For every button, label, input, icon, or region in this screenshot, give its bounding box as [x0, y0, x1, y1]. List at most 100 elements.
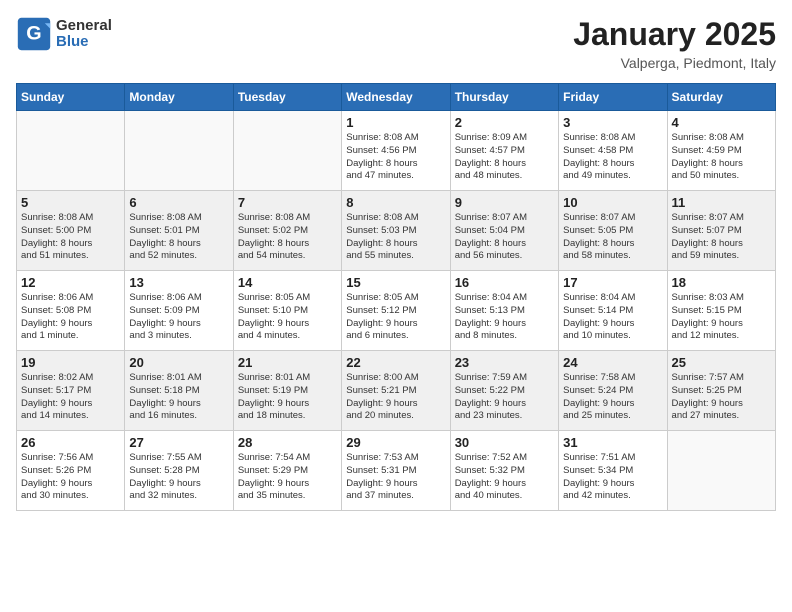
calendar-cell: 8 Sunrise: 8:08 AM Sunset: 5:03 PM Daylig… [342, 191, 450, 271]
calendar-cell: 18 Sunrise: 8:03 AM Sunset: 5:15 PM Dayli… [667, 271, 775, 351]
calendar-cell: 15 Sunrise: 8:05 AM Sunset: 5:12 PM Dayli… [342, 271, 450, 351]
day-info: Sunrise: 8:06 AM Sunset: 5:09 PM Dayligh… [129, 292, 228, 343]
day-number: 17 [563, 275, 662, 290]
day-info: Sunrise: 8:08 AM Sunset: 5:03 PM Dayligh… [346, 212, 445, 263]
day-number: 30 [455, 435, 554, 450]
calendar-subtitle: Valperga, Piedmont, Italy [573, 55, 776, 71]
calendar-week-5: 26Sunrise: 7:56 AM Sunset: 5:26 PM Dayli… [17, 431, 776, 511]
calendar-week-3: 12 Sunrise: 8:06 AM Sunset: 5:08 PM Dayli… [17, 271, 776, 351]
calendar-cell: 27 Sunrise: 7:55 AM Sunset: 5:28 PM Dayli… [125, 431, 233, 511]
day-info: Sunrise: 8:08 AM Sunset: 4:56 PM Dayligh… [346, 132, 445, 183]
day-number: 7 [238, 195, 337, 210]
calendar-cell: 20 Sunrise: 8:01 AM Sunset: 5:18 PM Dayli… [125, 351, 233, 431]
day-info: Sunrise: 8:09 AM Sunset: 4:57 PM Dayligh… [455, 132, 554, 183]
day-number: 27 [129, 435, 228, 450]
weekday-header-saturday: Saturday [667, 84, 775, 111]
day-number: 12 [21, 275, 120, 290]
day-info: Sunrise: 8:06 AM Sunset: 5:08 PM Dayligh… [21, 292, 120, 343]
calendar-cell: 14Sunrise: 8:05 AM Sunset: 5:10 PM Dayli… [233, 271, 341, 351]
day-number: 19 [21, 355, 120, 370]
calendar-header: SundayMondayTuesdayWednesdayThursdayFrid… [17, 84, 776, 111]
day-info: Sunrise: 8:08 AM Sunset: 4:58 PM Dayligh… [563, 132, 662, 183]
calendar-cell: 23 Sunrise: 7:59 AM Sunset: 5:22 PM Dayli… [450, 351, 558, 431]
day-number: 1 [346, 115, 445, 130]
day-info: Sunrise: 7:58 AM Sunset: 5:24 PM Dayligh… [563, 372, 662, 423]
calendar-week-2: 5 Sunrise: 8:08 AM Sunset: 5:00 PM Daylig… [17, 191, 776, 271]
day-number: 2 [455, 115, 554, 130]
day-info: Sunrise: 7:52 AM Sunset: 5:32 PM Dayligh… [455, 452, 554, 503]
logo: G General Blue [16, 16, 112, 52]
day-number: 28 [238, 435, 337, 450]
logo-icon: G [16, 16, 52, 52]
day-info: Sunrise: 8:08 AM Sunset: 5:00 PM Dayligh… [21, 212, 120, 263]
calendar-cell: 11Sunrise: 8:07 AM Sunset: 5:07 PM Dayli… [667, 191, 775, 271]
day-info: Sunrise: 8:05 AM Sunset: 5:12 PM Dayligh… [346, 292, 445, 343]
day-info: Sunrise: 7:54 AM Sunset: 5:29 PM Dayligh… [238, 452, 337, 503]
svg-text:G: G [26, 22, 41, 44]
day-number: 23 [455, 355, 554, 370]
day-info: Sunrise: 7:56 AM Sunset: 5:26 PM Dayligh… [21, 452, 120, 503]
day-info: Sunrise: 8:08 AM Sunset: 4:59 PM Dayligh… [672, 132, 771, 183]
day-info: Sunrise: 7:51 AM Sunset: 5:34 PM Dayligh… [563, 452, 662, 503]
calendar-table: SundayMondayTuesdayWednesdayThursdayFrid… [16, 83, 776, 511]
calendar-cell [233, 111, 341, 191]
day-number: 13 [129, 275, 228, 290]
weekday-header-sunday: Sunday [17, 84, 125, 111]
day-number: 5 [21, 195, 120, 210]
day-number: 18 [672, 275, 771, 290]
day-number: 20 [129, 355, 228, 370]
day-number: 9 [455, 195, 554, 210]
calendar-cell [667, 431, 775, 511]
calendar-cell [17, 111, 125, 191]
day-info: Sunrise: 8:07 AM Sunset: 5:04 PM Dayligh… [455, 212, 554, 263]
calendar-cell: 31 Sunrise: 7:51 AM Sunset: 5:34 PM Dayli… [559, 431, 667, 511]
day-number: 3 [563, 115, 662, 130]
day-number: 31 [563, 435, 662, 450]
day-info: Sunrise: 7:53 AM Sunset: 5:31 PM Dayligh… [346, 452, 445, 503]
day-number: 6 [129, 195, 228, 210]
day-number: 16 [455, 275, 554, 290]
calendar-cell: 12 Sunrise: 8:06 AM Sunset: 5:08 PM Dayli… [17, 271, 125, 351]
calendar-title: January 2025 [573, 16, 776, 53]
calendar-cell [125, 111, 233, 191]
weekday-header-friday: Friday [559, 84, 667, 111]
calendar-cell: 6 Sunrise: 8:08 AM Sunset: 5:01 PM Daylig… [125, 191, 233, 271]
calendar-body: 1 Sunrise: 8:08 AM Sunset: 4:56 PM Daylig… [17, 111, 776, 511]
weekday-header-row: SundayMondayTuesdayWednesdayThursdayFrid… [17, 84, 776, 111]
weekday-header-tuesday: Tuesday [233, 84, 341, 111]
day-number: 4 [672, 115, 771, 130]
header: G General Blue January 2025 Valperga, Pi… [16, 16, 776, 71]
day-info: Sunrise: 8:07 AM Sunset: 5:05 PM Dayligh… [563, 212, 662, 263]
day-info: Sunrise: 8:03 AM Sunset: 5:15 PM Dayligh… [672, 292, 771, 343]
day-number: 22 [346, 355, 445, 370]
day-info: Sunrise: 8:01 AM Sunset: 5:19 PM Dayligh… [238, 372, 337, 423]
day-info: Sunrise: 8:04 AM Sunset: 5:14 PM Dayligh… [563, 292, 662, 343]
day-info: Sunrise: 8:04 AM Sunset: 5:13 PM Dayligh… [455, 292, 554, 343]
calendar-cell: 19Sunrise: 8:02 AM Sunset: 5:17 PM Dayli… [17, 351, 125, 431]
day-number: 15 [346, 275, 445, 290]
calendar-cell: 24 Sunrise: 7:58 AM Sunset: 5:24 PM Dayli… [559, 351, 667, 431]
day-number: 21 [238, 355, 337, 370]
calendar-cell: 25Sunrise: 7:57 AM Sunset: 5:25 PM Dayli… [667, 351, 775, 431]
calendar-cell: 10Sunrise: 8:07 AM Sunset: 5:05 PM Dayli… [559, 191, 667, 271]
calendar-cell: 16 Sunrise: 8:04 AM Sunset: 5:13 PM Dayli… [450, 271, 558, 351]
day-number: 8 [346, 195, 445, 210]
day-number: 24 [563, 355, 662, 370]
calendar-cell: 26Sunrise: 7:56 AM Sunset: 5:26 PM Dayli… [17, 431, 125, 511]
calendar-cell: 30 Sunrise: 7:52 AM Sunset: 5:32 PM Dayli… [450, 431, 558, 511]
calendar-cell: 1 Sunrise: 8:08 AM Sunset: 4:56 PM Daylig… [342, 111, 450, 191]
weekday-header-wednesday: Wednesday [342, 84, 450, 111]
weekday-header-thursday: Thursday [450, 84, 558, 111]
day-info: Sunrise: 8:01 AM Sunset: 5:18 PM Dayligh… [129, 372, 228, 423]
day-info: Sunrise: 7:59 AM Sunset: 5:22 PM Dayligh… [455, 372, 554, 423]
calendar-week-4: 19Sunrise: 8:02 AM Sunset: 5:17 PM Dayli… [17, 351, 776, 431]
day-info: Sunrise: 8:08 AM Sunset: 5:01 PM Dayligh… [129, 212, 228, 263]
calendar-cell: 2 Sunrise: 8:09 AM Sunset: 4:57 PM Daylig… [450, 111, 558, 191]
day-info: Sunrise: 7:55 AM Sunset: 5:28 PM Dayligh… [129, 452, 228, 503]
calendar-cell: 9 Sunrise: 8:07 AM Sunset: 5:04 PM Daylig… [450, 191, 558, 271]
logo-general-text: General [56, 18, 112, 35]
calendar-week-1: 1 Sunrise: 8:08 AM Sunset: 4:56 PM Daylig… [17, 111, 776, 191]
day-number: 29 [346, 435, 445, 450]
day-info: Sunrise: 8:00 AM Sunset: 5:21 PM Dayligh… [346, 372, 445, 423]
day-info: Sunrise: 7:57 AM Sunset: 5:25 PM Dayligh… [672, 372, 771, 423]
